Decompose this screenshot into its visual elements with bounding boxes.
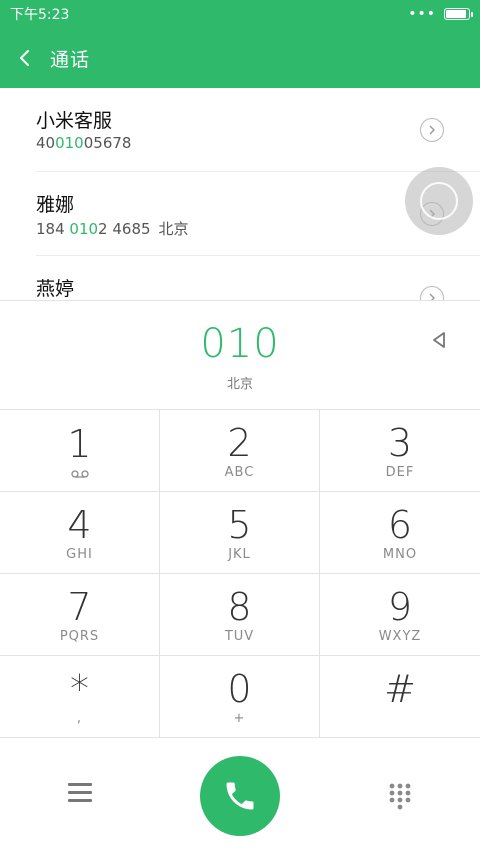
dialed-number: 010 bbox=[200, 321, 280, 367]
app-bar: 通话 bbox=[0, 28, 480, 88]
key-digit: 9 bbox=[387, 584, 413, 629]
contact-detail-button[interactable] bbox=[420, 286, 444, 301]
key-digit: 8 bbox=[227, 584, 252, 629]
key-4[interactable]: 4 GHI bbox=[0, 492, 160, 574]
key-2[interactable]: 2 ABC bbox=[160, 410, 320, 492]
key-digit: 7 bbox=[67, 584, 92, 629]
contact-name: 雅娜 bbox=[36, 194, 75, 216]
key-9[interactable]: 9 WXYZ bbox=[320, 574, 480, 656]
key-digit: # bbox=[384, 666, 416, 711]
dialed-region: 北京 bbox=[226, 377, 253, 392]
dialpad: 1 2 ABC 3 DEF 4 GHI 5 JKL 6 MNO 7 PQRS 8… bbox=[0, 410, 480, 738]
contact-name: 小米客服 bbox=[36, 110, 113, 132]
page-title: 通话 bbox=[50, 48, 91, 71]
status-dots: ••• bbox=[408, 6, 436, 22]
key-star[interactable]: * , bbox=[0, 656, 160, 738]
key-8[interactable]: 8 TUV bbox=[160, 574, 320, 656]
key-0[interactable]: 0 + bbox=[160, 656, 320, 738]
chevron-right-icon bbox=[429, 125, 435, 135]
match-highlight: 010 bbox=[69, 220, 99, 238]
contact-row[interactable]: 小米客服 4001005678 bbox=[36, 88, 480, 172]
key-letters: DEF bbox=[385, 464, 415, 480]
status-time: 下午5:23 bbox=[10, 7, 70, 23]
floating-assistive-button[interactable] bbox=[405, 167, 473, 235]
key-digit: 4 bbox=[67, 502, 92, 547]
battery-icon bbox=[444, 8, 473, 20]
call-button[interactable] bbox=[200, 756, 280, 836]
status-icons: ••• bbox=[408, 6, 473, 22]
hamburger-menu-icon[interactable] bbox=[68, 783, 92, 805]
key-digit: 0 bbox=[227, 666, 252, 711]
backspace-triangle-icon[interactable] bbox=[428, 329, 450, 351]
contact-number: 184 0102 4685 北京 bbox=[36, 220, 189, 238]
phone-icon bbox=[226, 782, 254, 810]
contact-row[interactable]: 燕婷 bbox=[36, 256, 480, 301]
key-7[interactable]: 7 PQRS bbox=[0, 574, 160, 656]
key-digit: 5 bbox=[227, 502, 252, 547]
key-letters: , bbox=[76, 710, 83, 726]
key-letters: + bbox=[233, 710, 246, 726]
match-highlight: 010 bbox=[55, 134, 84, 152]
key-1[interactable]: 1 bbox=[0, 410, 160, 492]
dialpad-icon[interactable] bbox=[388, 782, 412, 810]
status-bar: 下午5:23 ••• bbox=[0, 0, 480, 28]
key-letters: MNO bbox=[382, 546, 418, 562]
key-digit: 6 bbox=[387, 502, 413, 547]
key-letters: JKL bbox=[228, 546, 251, 562]
bottom-action-bar bbox=[0, 738, 480, 853]
key-letters: TUV bbox=[224, 628, 255, 644]
key-digit: 3 bbox=[387, 420, 413, 465]
key-digit: 2 bbox=[227, 420, 252, 465]
contact-number: 4001005678 bbox=[36, 134, 132, 152]
key-letters: ABC bbox=[224, 464, 255, 480]
contact-name: 燕婷 bbox=[36, 278, 75, 300]
key-letters: PQRS bbox=[59, 628, 100, 644]
key-3[interactable]: 3 DEF bbox=[320, 410, 480, 492]
key-hash[interactable]: # bbox=[320, 656, 480, 738]
key-letters: GHI bbox=[66, 546, 93, 562]
contact-location: 北京 bbox=[158, 220, 189, 238]
back-button[interactable] bbox=[0, 28, 50, 88]
chevron-left-icon bbox=[20, 50, 29, 66]
voicemail-icon bbox=[70, 470, 89, 478]
dialed-number-panel: 010 北京 bbox=[0, 300, 480, 410]
key-6[interactable]: 6 MNO bbox=[320, 492, 480, 574]
key-5[interactable]: 5 JKL bbox=[160, 492, 320, 574]
key-digit: 1 bbox=[67, 422, 92, 466]
key-letters: WXYZ bbox=[378, 628, 422, 644]
key-digit: * bbox=[70, 666, 89, 711]
contact-detail-button[interactable] bbox=[420, 118, 444, 142]
